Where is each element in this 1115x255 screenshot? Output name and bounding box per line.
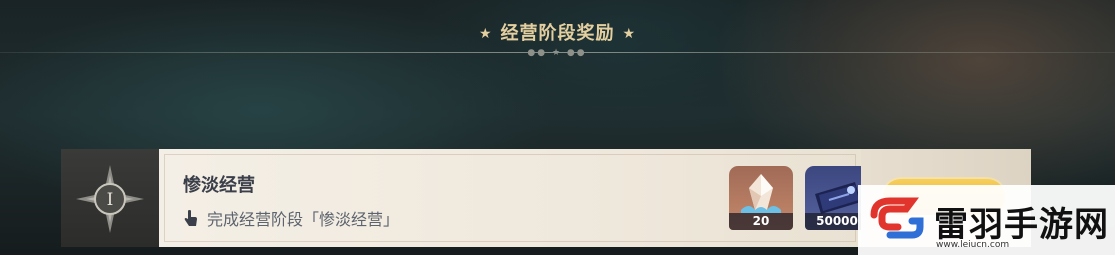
stage-requirement: 完成经营阶段「惨淡经营」 — [183, 206, 399, 230]
page-title-text: 经营阶段奖励 — [500, 23, 615, 44]
stage-requirement-text: 完成经营阶段「惨淡经营」 — [207, 210, 400, 229]
watermark: 雷羽手游网 www.leiucn.com — [858, 185, 1115, 255]
star-icon: ★ — [478, 26, 493, 42]
stage-badge-panel: I — [61, 149, 159, 247]
star-icon: ★ — [622, 26, 637, 42]
reward-count: 20 — [729, 213, 793, 230]
watermark-text: 雷羽手游网 — [934, 205, 1109, 245]
header: ★ 经营阶段奖励 ★ ●● ★ ●● — [0, 0, 1115, 70]
reward-item-crystal[interactable]: 20 — [729, 166, 793, 230]
page-title: ★ 经营阶段奖励 ★ — [0, 19, 1115, 45]
stage-card: 惨淡经营 完成经营阶段「惨淡经营」 20 50000 — [159, 149, 945, 247]
divider-ornament: ●● ★ ●● — [527, 48, 587, 58]
watermark-logo-icon — [870, 197, 924, 239]
compass-badge-icon: I — [76, 165, 144, 233]
badge-numeral: I — [107, 190, 114, 210]
hand-icon — [184, 210, 197, 226]
watermark-url: www.leiucn.com — [936, 240, 1010, 250]
stage-name: 惨淡经营 — [183, 175, 255, 196]
